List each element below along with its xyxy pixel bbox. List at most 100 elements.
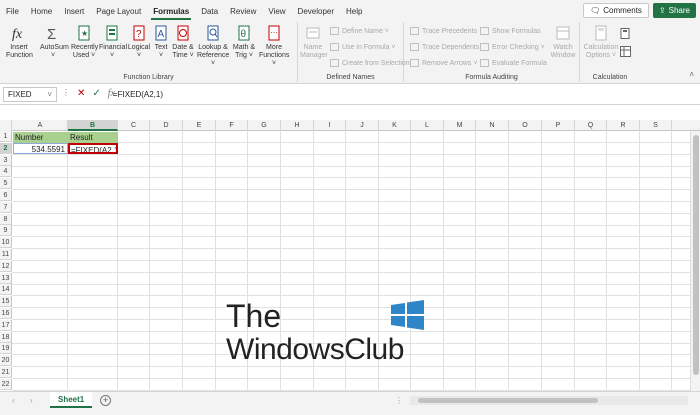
collapse-ribbon-icon[interactable]: ˄ — [689, 70, 694, 79]
tab-developer[interactable]: Developer — [292, 7, 340, 20]
vertical-scroll-thumb[interactable] — [693, 135, 699, 375]
horizontal-scrollbar[interactable] — [410, 396, 688, 405]
row-header-21[interactable]: 21 — [0, 367, 12, 378]
cell-b2-active[interactable]: =FIXED(A2,1) — [68, 143, 118, 154]
svg-text:θ: θ — [241, 29, 247, 40]
tab-data[interactable]: Data — [195, 7, 224, 20]
tab-help[interactable]: Help — [340, 7, 368, 20]
tab-insert[interactable]: Insert — [58, 7, 90, 20]
row-header-4[interactable]: 4 — [0, 166, 12, 178]
cell-a1[interactable]: Number — [13, 132, 68, 143]
tab-formulas[interactable]: Formulas — [147, 7, 195, 20]
recently-used-button[interactable]: ★ Recently Used ˅ — [71, 24, 98, 60]
tab-home[interactable]: Home — [25, 7, 58, 20]
column-header-k[interactable]: K — [379, 120, 411, 131]
use-in-formula-item[interactable]: Use in Formula ˅ — [330, 43, 396, 51]
column-header-m[interactable]: M — [444, 120, 476, 131]
error-checking-item[interactable]: Error Checking ˅ — [480, 43, 545, 51]
enter-check-icon[interactable]: ✓ — [92, 88, 100, 99]
calculate-sheet-icon[interactable] — [620, 46, 631, 57]
row-header-12[interactable]: 12 — [0, 260, 12, 272]
column-header-f[interactable]: F — [216, 120, 248, 131]
select-all-corner[interactable] — [0, 120, 12, 131]
column-header-p[interactable]: P — [542, 120, 575, 131]
horizontal-scroll-thumb[interactable] — [418, 398, 598, 403]
row-header-17[interactable]: 17 — [0, 319, 12, 331]
prev-sheet-icon[interactable]: ‹ — [12, 396, 15, 405]
autosum-button[interactable]: Σ AutoSum ˅ — [40, 24, 69, 60]
column-header-i[interactable]: I — [314, 120, 346, 131]
trace-precedents-item[interactable]: Trace Precedents — [410, 27, 477, 35]
define-name-item[interactable]: Define Name ˅ — [330, 27, 389, 35]
row-header-15[interactable]: 15 — [0, 296, 12, 308]
row-header-9[interactable]: 9 — [0, 225, 12, 237]
column-header-c[interactable]: C — [118, 120, 150, 131]
tab-split-icon[interactable]: ⋮ — [395, 396, 403, 405]
watch-window-button[interactable]: Watch Window — [550, 24, 576, 60]
cell-b1[interactable]: Result — [68, 132, 118, 143]
column-header-e[interactable]: E — [183, 120, 216, 131]
column-header-j[interactable]: J — [346, 120, 379, 131]
row-header-20[interactable]: 20 — [0, 355, 12, 367]
row-header-8[interactable]: 8 — [0, 213, 12, 225]
row-header-10[interactable]: 10 — [0, 237, 12, 249]
formula-auditing-label: Formula Auditing — [465, 74, 518, 81]
row-header-5[interactable]: 5 — [0, 178, 12, 190]
add-sheet-button[interactable]: + — [100, 395, 111, 406]
evaluate-formula-item[interactable]: Evaluate Formula — [480, 59, 547, 67]
trace-dependents-icon — [410, 43, 419, 51]
column-header-o[interactable]: O — [509, 120, 542, 131]
column-header-a[interactable]: A — [13, 120, 68, 131]
name-manager-button[interactable]: Name Manager — [300, 24, 328, 60]
more-functions-button[interactable]: ··· More Functions ˅ — [259, 24, 289, 68]
column-header-r[interactable]: R — [607, 120, 640, 131]
row-header-19[interactable]: 19 — [0, 343, 12, 355]
calculation-options-button[interactable]: Calculation Options ˅ — [582, 24, 620, 60]
formula-input[interactable]: =FIXED(A2,1) — [113, 90, 163, 99]
tab-file[interactable]: File — [0, 7, 25, 20]
gridline-horizontal — [12, 248, 700, 250]
math-trig-button[interactable]: θ Math & Trig ˅ — [231, 24, 257, 60]
show-formulas-item[interactable]: Show Formulas — [480, 27, 541, 35]
column-header-n[interactable]: N — [476, 120, 509, 131]
insert-function-button[interactable]: fx Insert Function — [6, 24, 33, 60]
row-header-18[interactable]: 18 — [0, 331, 12, 343]
next-sheet-icon[interactable]: › — [30, 396, 33, 405]
row-header-2[interactable]: 2 — [0, 142, 12, 154]
row-header-7[interactable]: 7 — [0, 201, 12, 213]
column-header-s[interactable]: S — [640, 120, 672, 131]
column-header-g[interactable]: G — [248, 120, 281, 131]
row-header-14[interactable]: 14 — [0, 284, 12, 296]
row-header-3[interactable]: 3 — [0, 154, 12, 166]
column-header-d[interactable]: D — [150, 120, 183, 131]
name-box[interactable]: FIXED ˅ — [3, 87, 57, 102]
vertical-scrollbar[interactable] — [690, 131, 700, 391]
column-header-l[interactable]: L — [411, 120, 444, 131]
row-header-13[interactable]: 13 — [0, 272, 12, 284]
cancel-icon[interactable]: ✕ — [77, 88, 85, 99]
more-options-icon[interactable]: ⋮ — [62, 88, 70, 99]
ribbon: fx Insert Function Σ AutoSum ˅ ★ Recently U… — [0, 20, 700, 84]
tab-view[interactable]: View — [262, 7, 291, 20]
row-header-16[interactable]: 16 — [0, 308, 12, 319]
lookup-reference-button[interactable]: Lookup & Reference ˅ — [197, 24, 229, 68]
row-header-1[interactable]: 1 — [0, 131, 12, 142]
column-header-h[interactable]: H — [281, 120, 314, 131]
financial-button[interactable]: Financial ˅ — [99, 24, 127, 60]
date-time-button[interactable]: Date & Time ˅ — [170, 24, 196, 60]
tab-review[interactable]: Review — [224, 7, 262, 20]
comments-button[interactable]: 🗨 Comments — [583, 3, 649, 18]
remove-arrows-item[interactable]: Remove Arrows ˅ — [410, 59, 477, 67]
row-header-6[interactable]: 6 — [0, 190, 12, 201]
column-header-b[interactable]: B — [68, 120, 118, 131]
tab-page-layout[interactable]: Page Layout — [90, 7, 147, 20]
sheet-tab-sheet1[interactable]: Sheet1 — [50, 392, 93, 408]
column-header-q[interactable]: Q — [575, 120, 607, 131]
create-from-selection-item[interactable]: Create from Selection — [330, 59, 410, 67]
share-button[interactable]: ⇪ Share — [652, 3, 696, 18]
cell-a2[interactable]: 534.5591 — [13, 143, 68, 154]
row-header-22[interactable]: 22 — [0, 378, 12, 390]
row-header-11[interactable]: 11 — [0, 249, 12, 260]
trace-dependents-item[interactable]: Trace Dependents — [410, 43, 479, 51]
calculate-now-icon[interactable] — [620, 28, 631, 39]
